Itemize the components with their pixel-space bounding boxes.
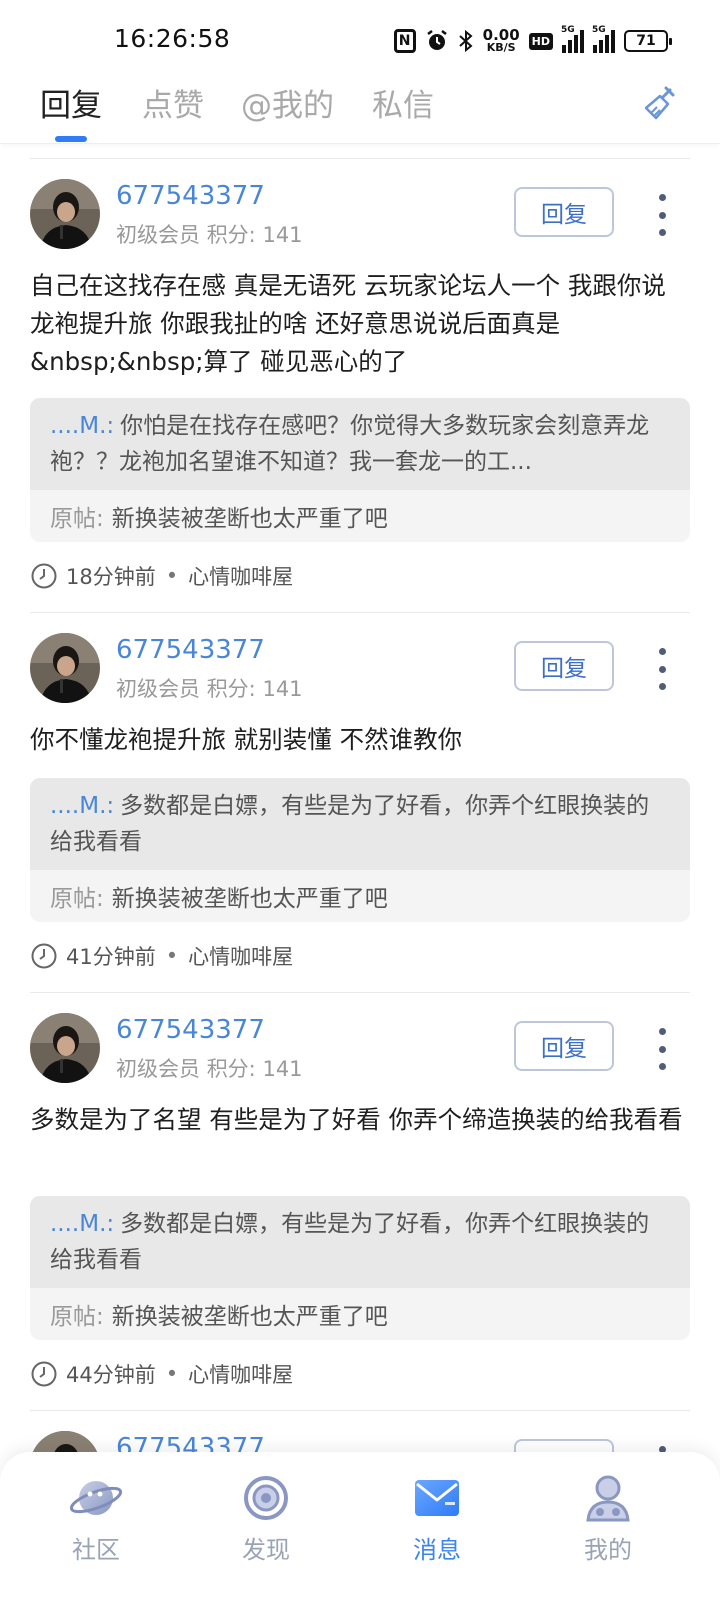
- reply-card: 677543377 初级会员 积分: 141 回复 你不懂龙袍提升旅 就别装懂 …: [0, 613, 720, 992]
- tab-likes[interactable]: 点赞: [142, 80, 204, 125]
- original-post-title: 新换装被垄断也太严重了吧: [111, 886, 388, 912]
- reply-content: 你不懂龙袍提升旅 就别装懂 不然谁教你: [30, 725, 463, 754]
- username[interactable]: 677543377: [116, 635, 265, 665]
- forum-name[interactable]: 心情咖啡屋: [188, 941, 293, 971]
- quoted-reply: ....M.: 多数都是白嫖，有些是为了好看，你弄个红眼换装的给我看看: [30, 1196, 690, 1288]
- bottom-navigation: 社区 发现 消息 我的: [0, 1452, 720, 1608]
- nav-label: 发现: [242, 1536, 290, 1564]
- original-post[interactable]: 原帖: 新换装被垄断也太严重了吧: [30, 490, 690, 542]
- quote-author: ....M.:: [50, 793, 115, 819]
- more-options-icon[interactable]: [648, 194, 676, 236]
- more-options-icon[interactable]: [648, 648, 676, 690]
- net-speed: 0.00 KB/S: [482, 25, 520, 54]
- tab-private-messages[interactable]: 私信: [372, 80, 434, 125]
- clock-icon: [31, 943, 57, 969]
- time-ago: 18分钟前: [66, 565, 156, 589]
- reply-button[interactable]: 回复: [514, 1021, 614, 1071]
- mail-icon: [415, 1480, 459, 1516]
- signal-sim1-icon: 5G: [561, 25, 584, 53]
- status-icons: N 0.00 KB/S HD 5G 5G 71: [393, 24, 672, 58]
- nav-discover[interactable]: 发现: [206, 1452, 326, 1608]
- bluetooth-icon: [458, 29, 474, 53]
- alarm-icon: [425, 29, 449, 53]
- time-ago: 41分钟前: [66, 945, 156, 969]
- nav-label: 我的: [584, 1536, 632, 1564]
- post-footer: 44分钟前 • 心情咖啡屋: [30, 1359, 293, 1389]
- forum-name[interactable]: 心情咖啡屋: [188, 561, 293, 591]
- nav-community[interactable]: 社区: [36, 1452, 156, 1608]
- username[interactable]: 677543377: [116, 1015, 265, 1045]
- message-tabs: 回复 点赞 @我的 私信: [0, 80, 720, 144]
- avatar[interactable]: [30, 1013, 100, 1083]
- quote-text: 多数都是白嫖，有些是为了好看，你弄个红眼换装的给我看看: [50, 793, 650, 855]
- reply-content: 自己在这找存在感 真是无语死 云玩家论坛人一个 我跟你说龙袍提升旅 你跟我扯的啥…: [30, 271, 666, 376]
- profile-icon: [586, 1475, 630, 1522]
- reply-card: 677543377 初级会员 积分: 141 回复 自己在这找存在感 真是无语死…: [0, 159, 720, 612]
- battery-icon: 71: [624, 30, 672, 52]
- reply-button[interactable]: 回复: [514, 641, 614, 691]
- status-bar: 16:26:58 N 0.00 KB/S HD 5G 5G 71: [0, 0, 720, 80]
- quote-text: 你怕是在找存在感吧？你觉得大多数玩家会刻意弄龙袍？？龙袍加名望谁不知道？我一套龙…: [50, 413, 650, 475]
- reply-feed: 677543377 初级会员 积分: 141 回复 自己在这找存在感 真是无语死…: [0, 158, 720, 1531]
- avatar[interactable]: [30, 179, 100, 249]
- quoted-comment[interactable]: ....M.: 多数都是白嫖，有些是为了好看，你弄个红眼换装的给我看看 原帖: 新换…: [30, 1196, 690, 1340]
- nav-profile[interactable]: 我的: [548, 1452, 668, 1608]
- original-post-title: 新换装被垄断也太严重了吧: [111, 506, 388, 532]
- nav-messages[interactable]: 消息: [377, 1452, 497, 1608]
- quote-author: ....M.:: [50, 413, 115, 439]
- tab-mentions[interactable]: @我的: [241, 80, 334, 125]
- discover-icon: [244, 1476, 288, 1520]
- nav-label: 社区: [72, 1536, 120, 1564]
- quoted-reply: ....M.: 多数都是白嫖，有些是为了好看，你弄个红眼换装的给我看看: [30, 778, 690, 870]
- planet-icon: [69, 1481, 123, 1515]
- post-footer: 18分钟前 • 心情咖啡屋: [30, 561, 293, 591]
- post-footer: 41分钟前 • 心情咖啡屋: [30, 941, 293, 971]
- clear-broom-icon[interactable]: [640, 84, 680, 124]
- reply-button[interactable]: 回复: [514, 187, 614, 237]
- nav-label: 消息: [413, 1536, 461, 1564]
- clock-icon: [31, 1361, 57, 1387]
- quoted-reply: ....M.: 你怕是在找存在感吧？你觉得大多数玩家会刻意弄龙袍？？龙袍加名望谁不…: [30, 398, 690, 490]
- username[interactable]: 677543377: [116, 181, 265, 211]
- time-ago: 44分钟前: [66, 1363, 156, 1387]
- more-options-icon[interactable]: [648, 1028, 676, 1070]
- quoted-comment[interactable]: ....M.: 你怕是在找存在感吧？你觉得大多数玩家会刻意弄龙袍？？龙袍加名望谁不…: [30, 398, 690, 542]
- avatar[interactable]: [30, 633, 100, 703]
- clock-icon: [31, 563, 57, 589]
- quote-text: 多数都是白嫖，有些是为了好看，你弄个红眼换装的给我看看: [50, 1211, 650, 1273]
- hd-badge: HD: [528, 32, 553, 50]
- original-post[interactable]: 原帖: 新换装被垄断也太严重了吧: [30, 870, 690, 922]
- user-meta: 初级会员 积分: 141: [116, 1057, 303, 1081]
- tab-reply[interactable]: 回复: [40, 80, 102, 125]
- reply-content: 多数是为了名望 有些是为了好看 你弄个缔造换装的给我看看: [30, 1105, 683, 1134]
- nfc-icon: N: [393, 29, 416, 53]
- signal-sim2-icon: 5G: [592, 25, 615, 53]
- status-time: 16:26:58: [114, 24, 231, 53]
- quoted-comment[interactable]: ....M.: 多数都是白嫖，有些是为了好看，你弄个红眼换装的给我看看 原帖: 新换…: [30, 778, 690, 922]
- active-tab-indicator: [55, 136, 87, 142]
- user-meta: 初级会员 积分: 141: [116, 223, 303, 247]
- forum-name[interactable]: 心情咖啡屋: [188, 1359, 293, 1389]
- reply-card: 677543377 初级会员 积分: 141 回复 多数是为了名望 有些是为了好…: [0, 993, 720, 1410]
- quote-author: ....M.:: [50, 1211, 115, 1237]
- original-post-title: 新换装被垄断也太严重了吧: [111, 1304, 388, 1330]
- user-meta: 初级会员 积分: 141: [116, 677, 303, 701]
- original-post[interactable]: 原帖: 新换装被垄断也太严重了吧: [30, 1288, 690, 1340]
